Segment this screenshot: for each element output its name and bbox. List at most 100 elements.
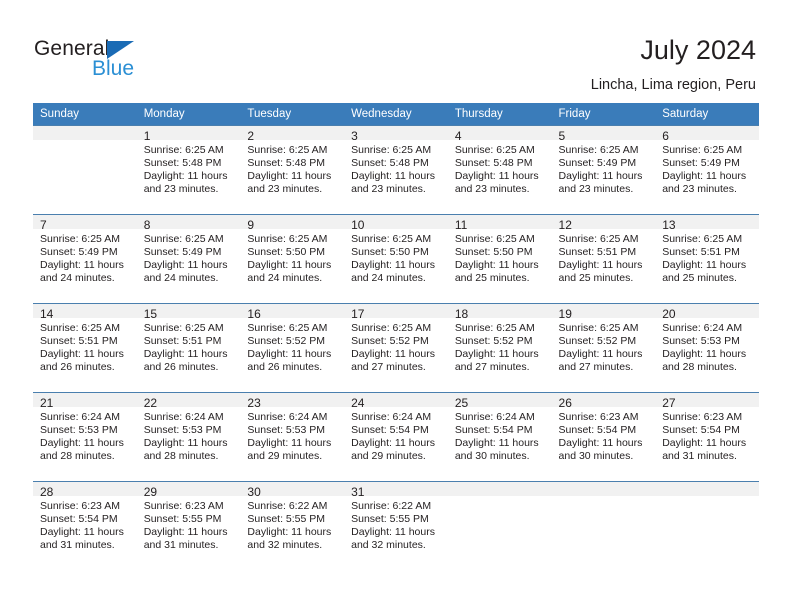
sunrise-text: Sunrise: 6:25 AM xyxy=(454,322,535,334)
sunset-text: Sunset: 5:50 PM xyxy=(351,246,429,259)
calendar-day-cell[interactable]: 25 Sunrise: 6:24 AM Sunset: 5:54 PM Dayligh… xyxy=(447,392,552,481)
calendar-cell: 28 Sunrise: 6:23 AM Sunset: 5:54 PM Dayligh… xyxy=(33,481,137,570)
sunset-text: Sunset: 5:50 PM xyxy=(247,246,326,259)
calendar-day-cell[interactable]: 17 Sunrise: 6:25 AM Sunset: 5:52 PM Dayligh… xyxy=(344,303,448,392)
day-number: 23 xyxy=(240,393,345,410)
daylight-text-line1: Daylight: 11 hours xyxy=(454,348,539,361)
calendar-day-cell[interactable]: 26 Sunrise: 6:23 AM Sunset: 5:54 PM Dayligh… xyxy=(551,392,656,481)
daylight-text-line2: and 24 minutes. xyxy=(247,272,323,285)
day-info: Sunrise: 6:25 AM Sunset: 5:48 PM Daylight:… xyxy=(448,140,552,196)
calendar-day-cell[interactable]: 10 Sunrise: 6:25 AM Sunset: 5:50 PM Dayligh… xyxy=(344,214,448,303)
page-title: July 2024 xyxy=(640,35,756,65)
calendar-day-cell[interactable]: 12 Sunrise: 6:25 AM Sunset: 5:51 PM Dayligh… xyxy=(551,214,656,303)
daylight-text-line1: Daylight: 11 hours xyxy=(662,437,747,450)
calendar-cell: 23 Sunrise: 6:24 AM Sunset: 5:53 PM Dayligh… xyxy=(240,392,345,481)
calendar-cell: 17 Sunrise: 6:25 AM Sunset: 5:52 PM Dayligh… xyxy=(344,303,448,392)
day-number: 15 xyxy=(136,304,241,321)
calendar-day-cell[interactable]: 27 Sunrise: 6:23 AM Sunset: 5:54 PM Dayligh… xyxy=(655,392,759,481)
day-number: 10 xyxy=(344,215,448,232)
calendar-day-cell[interactable]: 16 Sunrise: 6:25 AM Sunset: 5:52 PM Dayligh… xyxy=(240,303,345,392)
calendar-day-cell[interactable]: 3 Sunrise: 6:25 AM Sunset: 5:48 PM Daylight… xyxy=(344,125,448,214)
calendar-day-cell[interactable]: 8 Sunrise: 6:25 AM Sunset: 5:49 PM Daylight… xyxy=(136,214,241,303)
calendar-day-cell[interactable]: 20 Sunrise: 6:24 AM Sunset: 5:53 PM Dayligh… xyxy=(655,303,759,392)
daylight-text-line2: and 26 minutes. xyxy=(143,361,219,374)
daylight-text-line1: Daylight: 11 hours xyxy=(143,526,228,539)
calendar-day-cell[interactable]: 22 Sunrise: 6:24 AM Sunset: 5:53 PM Dayligh… xyxy=(136,392,241,481)
sunset-text: Sunset: 5:51 PM xyxy=(558,246,637,259)
calendar-day-cell[interactable]: 13 Sunrise: 6:25 AM Sunset: 5:51 PM Dayligh… xyxy=(655,214,759,303)
day-number: 25 xyxy=(447,393,552,410)
sunrise-text: Sunrise: 6:25 AM xyxy=(351,144,432,156)
daylight-text-line2: and 30 minutes. xyxy=(454,450,530,463)
daylight-text-line1: Daylight: 11 hours xyxy=(40,437,124,450)
sunset-text: Sunset: 5:48 PM xyxy=(351,157,429,170)
day-number: 21 xyxy=(33,393,137,410)
calendar-day-cell-empty xyxy=(655,481,759,570)
daylight-text-line2: and 24 minutes. xyxy=(351,272,426,285)
daylight-text-line2: and 28 minutes. xyxy=(40,450,115,463)
daylight-text-line2: and 30 minutes. xyxy=(558,450,634,463)
calendar-day-cell[interactable]: 6 Sunrise: 6:25 AM Sunset: 5:49 PM Daylight… xyxy=(655,125,759,214)
day-info: Sunrise: 6:25 AM Sunset: 5:52 PM Daylight:… xyxy=(552,318,656,374)
calendar-day-cell[interactable]: 11 Sunrise: 6:25 AM Sunset: 5:50 PM Dayligh… xyxy=(447,214,552,303)
calendar-cell: 12 Sunrise: 6:25 AM Sunset: 5:51 PM Dayligh… xyxy=(551,214,656,303)
sunset-text: Sunset: 5:49 PM xyxy=(143,246,222,259)
daylight-text-line2: and 24 minutes. xyxy=(40,272,115,285)
day-info: Sunrise: 6:25 AM Sunset: 5:51 PM Daylight:… xyxy=(552,229,656,285)
calendar-cell: 7 Sunrise: 6:25 AM Sunset: 5:49 PM Daylight… xyxy=(33,214,137,303)
sunset-text: Sunset: 5:53 PM xyxy=(143,424,222,437)
calendar-day-cell[interactable]: 21 Sunrise: 6:24 AM Sunset: 5:53 PM Dayligh… xyxy=(33,392,137,481)
calendar-week-row: 21 Sunrise: 6:24 AM Sunset: 5:53 PM Dayligh… xyxy=(33,392,759,481)
calendar-cell: 24 Sunrise: 6:24 AM Sunset: 5:54 PM Dayligh… xyxy=(344,392,448,481)
calendar-cell: 4 Sunrise: 6:25 AM Sunset: 5:48 PM Daylight… xyxy=(447,125,552,214)
calendar-day-cell[interactable]: 31 Sunrise: 6:22 AM Sunset: 5:55 PM Dayligh… xyxy=(344,481,448,570)
day-info: Sunrise: 6:22 AM Sunset: 5:55 PM Daylight:… xyxy=(344,496,448,552)
calendar-day-cell[interactable]: 5 Sunrise: 6:25 AM Sunset: 5:49 PM Daylight… xyxy=(551,125,656,214)
day-info: Sunrise: 6:25 AM Sunset: 5:48 PM Daylight:… xyxy=(240,140,344,196)
calendar-day-cell[interactable]: 28 Sunrise: 6:23 AM Sunset: 5:54 PM Dayligh… xyxy=(33,481,137,570)
calendar-day-cell[interactable]: 1 Sunrise: 6:25 AM Sunset: 5:48 PM Daylight… xyxy=(136,125,241,214)
sunrise-text: Sunrise: 6:23 AM xyxy=(558,411,639,423)
daylight-text-line2: and 24 minutes. xyxy=(143,272,219,285)
calendar-day-cell[interactable]: 24 Sunrise: 6:24 AM Sunset: 5:54 PM Dayligh… xyxy=(344,392,448,481)
calendar-day-cell[interactable]: 29 Sunrise: 6:23 AM Sunset: 5:55 PM Dayligh… xyxy=(136,481,241,570)
daylight-text-line1: Daylight: 11 hours xyxy=(662,348,747,361)
day-info: Sunrise: 6:23 AM Sunset: 5:54 PM Daylight:… xyxy=(552,407,656,463)
daylight-text-line2: and 31 minutes. xyxy=(143,539,219,552)
daylight-text-line2: and 23 minutes. xyxy=(143,183,219,196)
day-info: Sunrise: 6:24 AM Sunset: 5:54 PM Daylight:… xyxy=(344,407,448,463)
daylight-text-line2: and 32 minutes. xyxy=(351,539,426,552)
sunrise-text: Sunrise: 6:25 AM xyxy=(40,233,120,245)
day-info: Sunrise: 6:24 AM Sunset: 5:53 PM Daylight:… xyxy=(655,318,759,374)
calendar-day-cell[interactable]: 18 Sunrise: 6:25 AM Sunset: 5:52 PM Dayligh… xyxy=(447,303,552,392)
daylight-text-line2: and 31 minutes. xyxy=(40,539,115,552)
sunset-text: Sunset: 5:55 PM xyxy=(143,513,222,526)
calendar-page: General Blue July 2024 Lincha, Lima regi… xyxy=(0,0,792,612)
weekday-header-thursday: Thursday xyxy=(447,103,552,125)
calendar-day-cell[interactable]: 23 Sunrise: 6:24 AM Sunset: 5:53 PM Dayligh… xyxy=(240,392,345,481)
sunset-text: Sunset: 5:52 PM xyxy=(351,335,429,348)
day-number: 28 xyxy=(33,482,137,499)
day-info: Sunrise: 6:23 AM Sunset: 5:54 PM Daylight:… xyxy=(33,496,137,552)
calendar-cell: 14 Sunrise: 6:25 AM Sunset: 5:51 PM Dayligh… xyxy=(33,303,137,392)
calendar-day-cell[interactable]: 2 Sunrise: 6:25 AM Sunset: 5:48 PM Daylight… xyxy=(240,125,345,214)
calendar-day-cell[interactable]: 30 Sunrise: 6:22 AM Sunset: 5:55 PM Dayligh… xyxy=(240,481,345,570)
calendar-day-cell[interactable]: 4 Sunrise: 6:25 AM Sunset: 5:48 PM Daylight… xyxy=(447,125,552,214)
general-blue-logo[interactable]: General Blue xyxy=(34,38,164,84)
day-number: 9 xyxy=(240,215,345,232)
calendar-cell xyxy=(655,481,759,570)
calendar-day-cell[interactable]: 9 Sunrise: 6:25 AM Sunset: 5:50 PM Daylight… xyxy=(240,214,345,303)
day-info: Sunrise: 6:25 AM Sunset: 5:51 PM Daylight:… xyxy=(33,318,137,374)
calendar-day-cell[interactable]: 7 Sunrise: 6:25 AM Sunset: 5:49 PM Daylight… xyxy=(33,214,137,303)
calendar-day-cell[interactable]: 15 Sunrise: 6:25 AM Sunset: 5:51 PM Dayligh… xyxy=(136,303,241,392)
calendar-day-cell[interactable]: 14 Sunrise: 6:25 AM Sunset: 5:51 PM Dayligh… xyxy=(33,303,137,392)
sunrise-text: Sunrise: 6:25 AM xyxy=(40,322,120,334)
calendar-cell xyxy=(551,481,656,570)
calendar-cell: 9 Sunrise: 6:25 AM Sunset: 5:50 PM Daylight… xyxy=(240,214,345,303)
sunset-text: Sunset: 5:51 PM xyxy=(40,335,118,348)
sunset-text: Sunset: 5:52 PM xyxy=(454,335,533,348)
calendar-day-cell[interactable]: 19 Sunrise: 6:25 AM Sunset: 5:52 PM Dayligh… xyxy=(551,303,656,392)
day-number: 27 xyxy=(655,393,759,410)
calendar-cell: 31 Sunrise: 6:22 AM Sunset: 5:55 PM Dayligh… xyxy=(344,481,448,570)
sunrise-text: Sunrise: 6:23 AM xyxy=(143,500,224,512)
